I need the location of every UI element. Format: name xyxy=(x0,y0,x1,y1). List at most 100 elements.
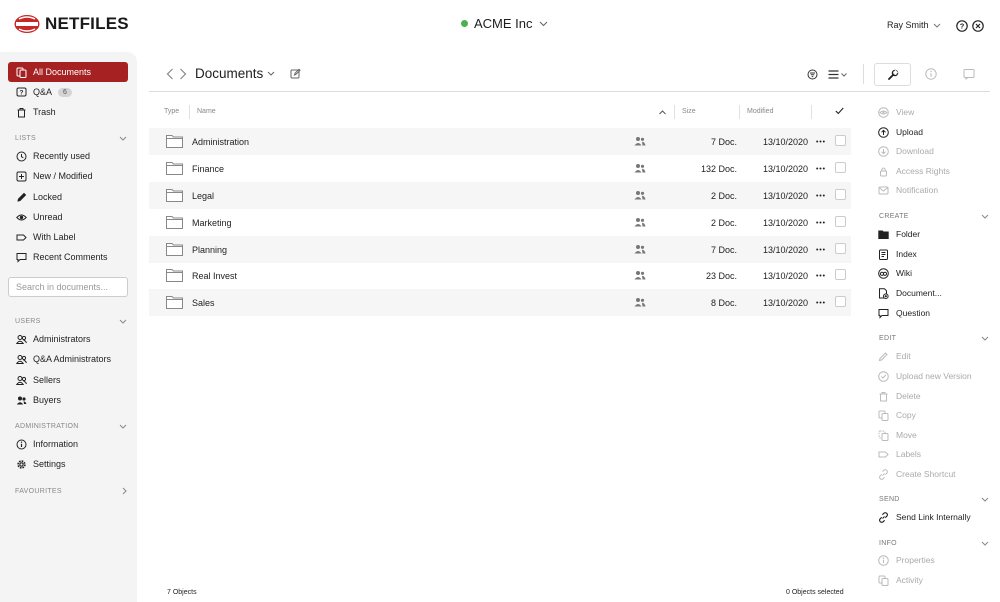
more-options-icon[interactable] xyxy=(816,194,825,197)
table-row[interactable]: Sales 8 Doc. 13/10/2020 xyxy=(149,289,851,316)
action-upload[interactable]: Upload xyxy=(878,125,923,139)
check-all-icon[interactable] xyxy=(835,107,844,115)
more-options-icon[interactable] xyxy=(816,248,825,251)
action-create-shortcut[interactable]: Create Shortcut xyxy=(878,467,956,481)
action-send-link-internally[interactable]: Send Link Internally xyxy=(878,510,971,524)
label-icon xyxy=(16,234,27,240)
favourites-section-header[interactable]: FAVOURITES xyxy=(15,487,127,495)
column-size[interactable]: Size xyxy=(682,108,696,115)
row-checkbox[interactable] xyxy=(835,243,846,254)
create-section-header[interactable]: CREATE xyxy=(879,213,989,220)
chevron-down-icon xyxy=(933,23,940,28)
info-section-header[interactable]: INFO xyxy=(879,540,989,547)
column-modified[interactable]: Modified xyxy=(747,108,773,115)
action-create-index[interactable]: Index xyxy=(878,247,917,261)
lists-section-header[interactable]: LISTS xyxy=(15,135,127,142)
sidebar-item-all-documents[interactable]: All Documents xyxy=(8,62,128,82)
action-download[interactable]: Download xyxy=(878,144,934,158)
action-label: Upload new Version xyxy=(896,371,972,381)
row-checkbox[interactable] xyxy=(835,269,846,280)
action-create-folder[interactable]: Folder xyxy=(878,227,920,241)
index-icon xyxy=(879,249,888,260)
table-row[interactable]: Real Invest 23 Doc. 13/10/2020 xyxy=(149,262,851,289)
close-icon[interactable] xyxy=(972,20,984,32)
row-checkbox[interactable] xyxy=(835,135,846,146)
edit-icon[interactable] xyxy=(290,68,301,79)
action-delete[interactable]: Delete xyxy=(878,389,921,403)
sidebar-search-input[interactable] xyxy=(8,277,128,297)
table-row[interactable]: Planning 7 Doc. 13/10/2020 xyxy=(149,236,851,263)
sidebar-item-recently-used[interactable]: Recently used xyxy=(8,146,128,166)
action-upload-new-version[interactable]: Upload new Version xyxy=(878,369,972,383)
header-divider xyxy=(149,91,990,92)
column-type[interactable]: Type xyxy=(164,108,179,115)
folder-icon xyxy=(166,162,183,175)
administration-section-header[interactable]: ADMINISTRATION xyxy=(15,423,127,430)
netfiles-logo-icon xyxy=(14,15,40,33)
comment-icon[interactable] xyxy=(963,68,975,80)
sidebar-item-information[interactable]: Information xyxy=(8,434,128,454)
forward-arrow-icon[interactable] xyxy=(179,68,187,80)
sidebar-item-label: Trash xyxy=(33,107,56,117)
help-icon[interactable]: ? xyxy=(956,20,968,32)
action-label: Upload xyxy=(896,127,923,137)
action-copy[interactable]: Copy xyxy=(878,408,916,422)
sidebar-item-administrators[interactable]: Administrators xyxy=(8,329,128,349)
send-section-header[interactable]: SEND xyxy=(879,496,989,503)
action-access-rights[interactable]: Access Rights xyxy=(878,164,950,178)
row-checkbox[interactable] xyxy=(835,189,846,200)
folder-title[interactable]: Documents xyxy=(195,66,275,81)
action-labels[interactable]: Labels xyxy=(878,447,921,461)
top-bar: NETFILES ACME Inc Ray Smith ? xyxy=(0,0,1000,52)
more-options-icon[interactable] xyxy=(816,301,825,304)
action-view[interactable]: View xyxy=(878,105,914,119)
row-name: Legal xyxy=(192,191,215,201)
user-menu[interactable]: Ray Smith xyxy=(887,20,941,30)
action-move[interactable]: Move xyxy=(878,428,917,442)
column-name[interactable]: Name xyxy=(197,108,216,115)
back-arrow-icon[interactable] xyxy=(166,68,174,80)
sidebar-item-qa[interactable]: ? Q&A 6 xyxy=(8,82,128,102)
info-icon[interactable] xyxy=(925,68,937,80)
sidebar-item-new-modified[interactable]: New / Modified xyxy=(8,166,128,186)
sidebar-item-buyers[interactable]: Buyers xyxy=(8,390,128,410)
action-notification[interactable]: Notification xyxy=(878,183,938,197)
logo[interactable]: NETFILES xyxy=(14,14,129,34)
users-section-header[interactable]: USERS xyxy=(15,318,127,325)
workspace-name: ACME Inc xyxy=(474,16,533,31)
table-row[interactable]: Marketing 2 Doc. 13/10/2020 xyxy=(149,209,851,236)
users-icon xyxy=(16,334,27,344)
action-properties[interactable]: Properties xyxy=(878,553,935,567)
workspace-selector[interactable]: ACME Inc xyxy=(461,16,548,31)
row-checkbox[interactable] xyxy=(835,162,846,173)
action-create-wiki[interactable]: Wiki xyxy=(878,266,912,280)
sidebar-item-unread[interactable]: Unread xyxy=(8,207,128,227)
action-edit[interactable]: Edit xyxy=(878,349,911,363)
edit-section-header[interactable]: EDIT xyxy=(879,335,989,342)
row-name: Administration xyxy=(192,137,250,147)
sidebar-item-locked[interactable]: Locked xyxy=(8,187,128,207)
action-activity[interactable]: Activity xyxy=(878,573,923,587)
tab-actions[interactable] xyxy=(874,63,911,86)
row-checkbox[interactable] xyxy=(835,296,846,307)
filter-icon[interactable] xyxy=(807,69,818,80)
view-mode-toggle[interactable] xyxy=(828,70,847,79)
more-options-icon[interactable] xyxy=(816,274,825,277)
sidebar-item-trash[interactable]: Trash xyxy=(8,102,128,122)
sort-ascending-icon[interactable] xyxy=(659,110,666,115)
sidebar-item-sellers[interactable]: Sellers xyxy=(8,370,128,390)
sidebar-item-recent-comments[interactable]: Recent Comments xyxy=(8,247,128,267)
table-row[interactable]: Legal 2 Doc. 13/10/2020 xyxy=(149,182,851,209)
action-create-question[interactable]: Question xyxy=(878,306,930,320)
sidebar-item-label: Q&A xyxy=(33,87,53,97)
more-options-icon[interactable] xyxy=(816,140,825,143)
sidebar-item-with-label[interactable]: With Label xyxy=(8,227,128,247)
more-options-icon[interactable] xyxy=(816,167,825,170)
table-row[interactable]: Finance 132 Doc. 13/10/2020 xyxy=(149,155,851,182)
sidebar-item-qa-administrators[interactable]: Q&A Administrators xyxy=(8,349,128,369)
row-checkbox[interactable] xyxy=(835,216,846,227)
more-options-icon[interactable] xyxy=(816,221,825,224)
table-row[interactable]: Administration 7 Doc. 13/10/2020 xyxy=(149,128,851,155)
sidebar-item-settings[interactable]: Settings xyxy=(8,454,128,474)
action-create-document[interactable]: Document... xyxy=(878,286,942,300)
